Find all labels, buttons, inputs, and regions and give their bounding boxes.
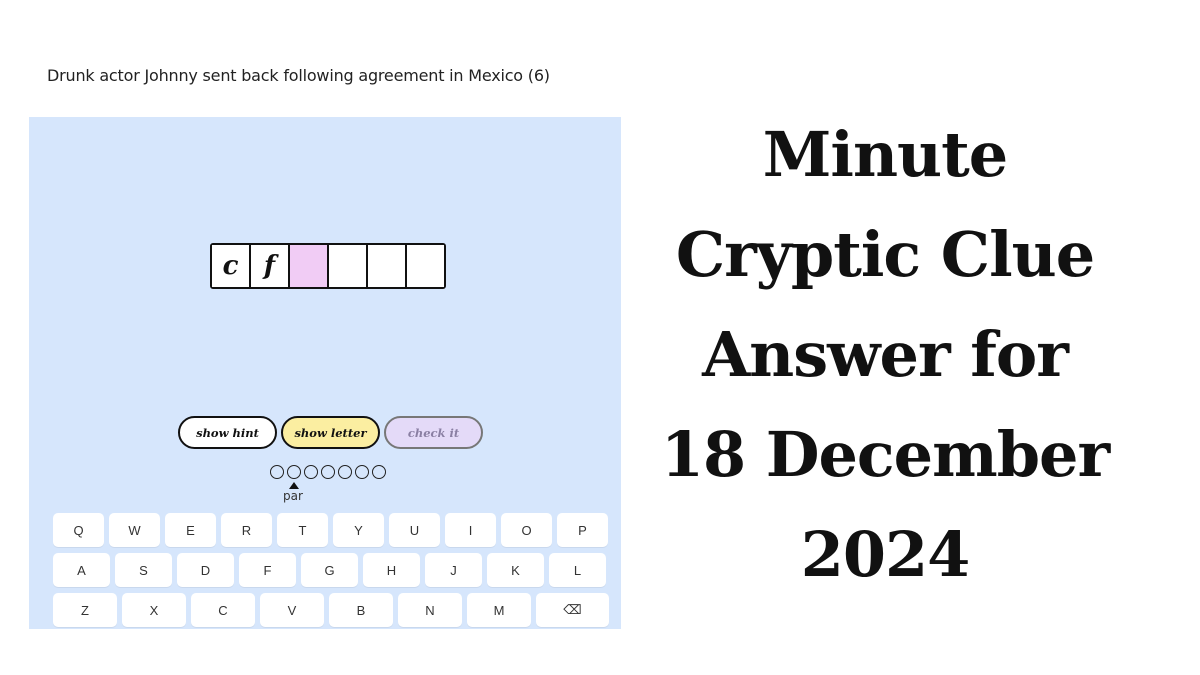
show-hint-button[interactable]: show hint (178, 416, 277, 449)
key[interactable]: S (115, 553, 172, 587)
backspace-key[interactable]: ⌫ (536, 593, 609, 627)
key[interactable]: U (389, 513, 440, 547)
headline-line: Answer for (702, 318, 1069, 391)
grid-cell[interactable] (329, 245, 366, 287)
key[interactable]: N (398, 593, 462, 627)
grid-cell-active[interactable] (290, 245, 327, 287)
key[interactable]: Y (333, 513, 384, 547)
grid-cell[interactable] (368, 245, 405, 287)
keyboard-row-2: A S D F G H J K L (53, 553, 606, 587)
progress-dot (270, 465, 284, 479)
key[interactable]: V (260, 593, 324, 627)
key[interactable]: T (277, 513, 328, 547)
key[interactable]: I (445, 513, 496, 547)
key[interactable]: B (329, 593, 393, 627)
key[interactable]: G (301, 553, 358, 587)
hint-progress-dots (270, 465, 386, 479)
grid-cell[interactable]: f (251, 245, 288, 287)
key[interactable]: P (557, 513, 608, 547)
headline: Minute Cryptic Clue Answer for 18 Decemb… (630, 105, 1140, 605)
progress-dot (372, 465, 386, 479)
key[interactable]: J (425, 553, 482, 587)
key[interactable]: F (239, 553, 296, 587)
keyboard-row-1: Q W E R T Y U I O P (53, 513, 608, 547)
progress-dot (287, 465, 301, 479)
headline-line: Minute (762, 118, 1008, 191)
key[interactable]: X (122, 593, 186, 627)
key[interactable]: R (221, 513, 272, 547)
par-label: par (283, 489, 303, 503)
key[interactable]: Q (53, 513, 104, 547)
progress-dot (304, 465, 318, 479)
check-it-button[interactable]: check it (384, 416, 483, 449)
headline-line: 2024 (800, 518, 971, 591)
progress-dot (338, 465, 352, 479)
key[interactable]: W (109, 513, 160, 547)
par-arrow-icon (289, 482, 299, 489)
progress-dot (355, 465, 369, 479)
key[interactable]: H (363, 553, 420, 587)
clue-text: Drunk actor Johnny sent back following a… (47, 66, 550, 85)
key[interactable]: D (177, 553, 234, 587)
keyboard-row-3: Z X C V B N M ⌫ (53, 593, 609, 627)
headline-line: Cryptic Clue (675, 218, 1095, 291)
grid-cell[interactable] (407, 245, 444, 287)
show-letter-button[interactable]: show letter (281, 416, 380, 449)
key[interactable]: L (549, 553, 606, 587)
answer-grid: c f (210, 243, 446, 289)
key[interactable]: C (191, 593, 255, 627)
progress-dot (321, 465, 335, 479)
key[interactable]: K (487, 553, 544, 587)
grid-cell[interactable]: c (212, 245, 249, 287)
key[interactable]: O (501, 513, 552, 547)
key[interactable]: E (165, 513, 216, 547)
key[interactable]: M (467, 593, 531, 627)
key[interactable]: Z (53, 593, 117, 627)
key[interactable]: A (53, 553, 110, 587)
headline-line: 18 December (660, 418, 1110, 491)
